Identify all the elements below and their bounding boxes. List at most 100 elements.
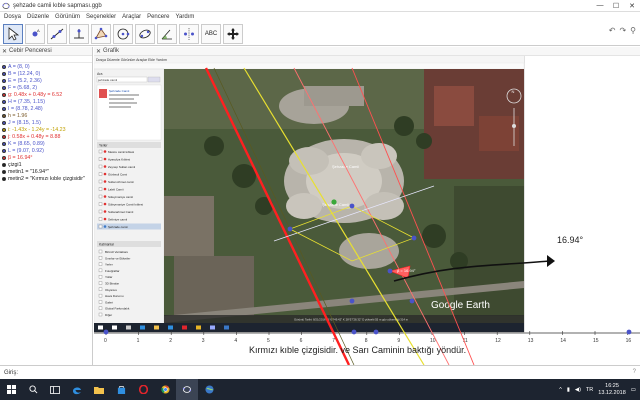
- visibility-toggle-icon[interactable]: [2, 162, 6, 167]
- clock[interactable]: 16:25 13.12.2018: [598, 383, 626, 397]
- geogebra-taskbar-button[interactable]: [176, 379, 198, 400]
- algebra-item[interactable]: j: 0.58x + 0.48y = 8.88: [0, 133, 92, 140]
- task-view-button[interactable]: [44, 379, 66, 400]
- menu-tools[interactable]: Araçlar: [122, 14, 141, 20]
- network-icon[interactable]: ▮: [567, 387, 570, 393]
- place-item[interactable]: Selimiye camii: [108, 218, 128, 222]
- place-checkbox[interactable]: [98, 224, 103, 229]
- line-tool-button[interactable]: [47, 23, 67, 44]
- algebra-item[interactable]: J = (8.15, 1.5): [0, 119, 92, 126]
- reflect-tool-button[interactable]: [179, 23, 199, 44]
- visibility-toggle-icon[interactable]: [2, 92, 6, 97]
- place-item[interactable]: Süleymaniye camii: [108, 195, 133, 199]
- algebra-item[interactable]: E = (5.2, 2.36): [0, 77, 92, 84]
- search-taskbar-button[interactable]: [22, 379, 44, 400]
- layer-item[interactable]: Hava Durumu: [105, 294, 124, 298]
- menu-options[interactable]: Seçenekler: [86, 14, 116, 20]
- file-explorer-taskbar-button[interactable]: [88, 379, 110, 400]
- place-checkbox[interactable]: [98, 179, 103, 184]
- algebra-item[interactable]: K = (8.65, 0.89): [0, 140, 92, 147]
- text-tool-button[interactable]: ABC: [201, 23, 221, 44]
- earth-result-title[interactable]: Şehzade Camii: [109, 89, 130, 93]
- visibility-toggle-icon[interactable]: [2, 120, 6, 125]
- store-taskbar-button[interactable]: [110, 379, 132, 400]
- undo-icon[interactable]: ↶: [609, 26, 616, 35]
- algebra-item[interactable]: i: -1.43x - 1.24y = -14.23: [0, 126, 92, 133]
- chevron-up-icon[interactable]: ^: [559, 387, 562, 393]
- layer-item[interactable]: Global Farkındalık: [105, 307, 130, 311]
- algebra-item[interactable]: L = (9.07, 0.92): [0, 147, 92, 154]
- move-view-tool-button[interactable]: [223, 23, 243, 44]
- layer-checkbox[interactable]: [98, 268, 103, 273]
- redo-icon[interactable]: ↷: [619, 26, 626, 35]
- place-checkbox[interactable]: [98, 157, 103, 161]
- visibility-toggle-icon[interactable]: [2, 113, 6, 118]
- algebra-item[interactable]: h = 1.96: [0, 112, 92, 119]
- input-help-icon[interactable]: ?: [633, 369, 636, 375]
- circle-tool-button[interactable]: [113, 23, 133, 44]
- language-indicator[interactable]: TR: [586, 387, 593, 393]
- layer-item[interactable]: Diğer: [105, 313, 112, 317]
- visibility-toggle-icon[interactable]: [2, 148, 6, 153]
- layer-item[interactable]: 3D Binalar: [105, 282, 119, 286]
- layer-checkbox[interactable]: [98, 249, 103, 254]
- algebra-item[interactable]: çizgi1: [0, 161, 92, 168]
- visibility-toggle-icon[interactable]: [2, 106, 6, 111]
- minimize-button[interactable]: —: [592, 0, 608, 12]
- conic-tool-button[interactable]: [135, 23, 155, 44]
- layer-checkbox[interactable]: [98, 287, 103, 291]
- visibility-toggle-icon[interactable]: [2, 64, 6, 69]
- layer-checkbox[interactable]: [98, 262, 103, 266]
- place-item[interactable]: Sultanahmet Camii: [108, 210, 134, 214]
- input-field[interactable]: [22, 368, 622, 378]
- layer-checkbox[interactable]: [98, 275, 103, 279]
- start-button[interactable]: [0, 379, 22, 400]
- place-checkbox[interactable]: [98, 194, 103, 199]
- place-item[interactable]: Sultan Ahmet camii: [108, 180, 134, 184]
- edge-taskbar-button[interactable]: [66, 379, 88, 400]
- visibility-toggle-icon[interactable]: [2, 78, 6, 83]
- menu-window[interactable]: Pencere: [147, 14, 169, 20]
- place-item[interactable]: Gürbeyli Cami: [108, 173, 127, 177]
- visibility-toggle-icon[interactable]: [2, 127, 6, 132]
- point-tool-button[interactable]: A: [25, 23, 45, 44]
- layer-checkbox[interactable]: [98, 300, 103, 304]
- visibility-toggle-icon[interactable]: [2, 134, 6, 139]
- visibility-toggle-icon[interactable]: [2, 155, 6, 160]
- visibility-toggle-icon[interactable]: [2, 85, 6, 90]
- place-checkbox[interactable]: [98, 202, 103, 206]
- opera-taskbar-button[interactable]: [132, 379, 154, 400]
- search-icon[interactable]: ⚲: [630, 26, 636, 35]
- menu-help[interactable]: Yardım: [175, 14, 194, 20]
- place-item[interactable]: Ayasofya Kıblesi: [108, 158, 130, 162]
- close-button[interactable]: ✕: [624, 0, 640, 12]
- menu-view[interactable]: Görünüm: [55, 14, 80, 20]
- algebra-item[interactable]: metin2 = "Kırmızı kıble çizgisidir": [0, 175, 92, 182]
- visibility-toggle-icon[interactable]: [2, 71, 6, 76]
- layer-checkbox[interactable]: [98, 256, 103, 260]
- place-checkbox[interactable]: [98, 217, 103, 221]
- visibility-toggle-icon[interactable]: [2, 99, 6, 104]
- google-earth-taskbar-button[interactable]: [198, 379, 220, 400]
- close-panel-icon[interactable]: ✕: [2, 48, 7, 55]
- notifications-icon[interactable]: ▭: [631, 387, 636, 393]
- algebra-item[interactable]: B = (12.24, 0): [0, 70, 92, 77]
- place-checkbox[interactable]: [98, 172, 103, 176]
- algebra-item[interactable]: β = 16.94°: [0, 154, 92, 161]
- place-checkbox[interactable]: [98, 187, 103, 191]
- layer-item[interactable]: Yerler: [105, 263, 113, 267]
- maximize-button[interactable]: ☐: [608, 0, 624, 12]
- visibility-toggle-icon[interactable]: [2, 176, 6, 181]
- layer-item[interactable]: Fotoğraflar: [105, 269, 120, 273]
- place-item[interactable]: Laleli Camii: [108, 188, 124, 192]
- perpendicular-tool-button[interactable]: [69, 23, 89, 44]
- layer-checkbox[interactable]: [98, 306, 103, 310]
- layer-item[interactable]: Sınırlar ve Etiketler: [105, 256, 130, 260]
- angle-tool-button[interactable]: [157, 23, 177, 44]
- place-checkbox[interactable]: [98, 149, 103, 154]
- algebra-input-row[interactable]: [0, 56, 92, 63]
- algebra-item[interactable]: I = (8.78, 2.48): [0, 105, 92, 112]
- close-panel-icon[interactable]: ✕: [96, 48, 101, 55]
- volume-icon[interactable]: ◀): [575, 387, 581, 393]
- algebra-item[interactable]: H = (7.35, 1.15): [0, 98, 92, 105]
